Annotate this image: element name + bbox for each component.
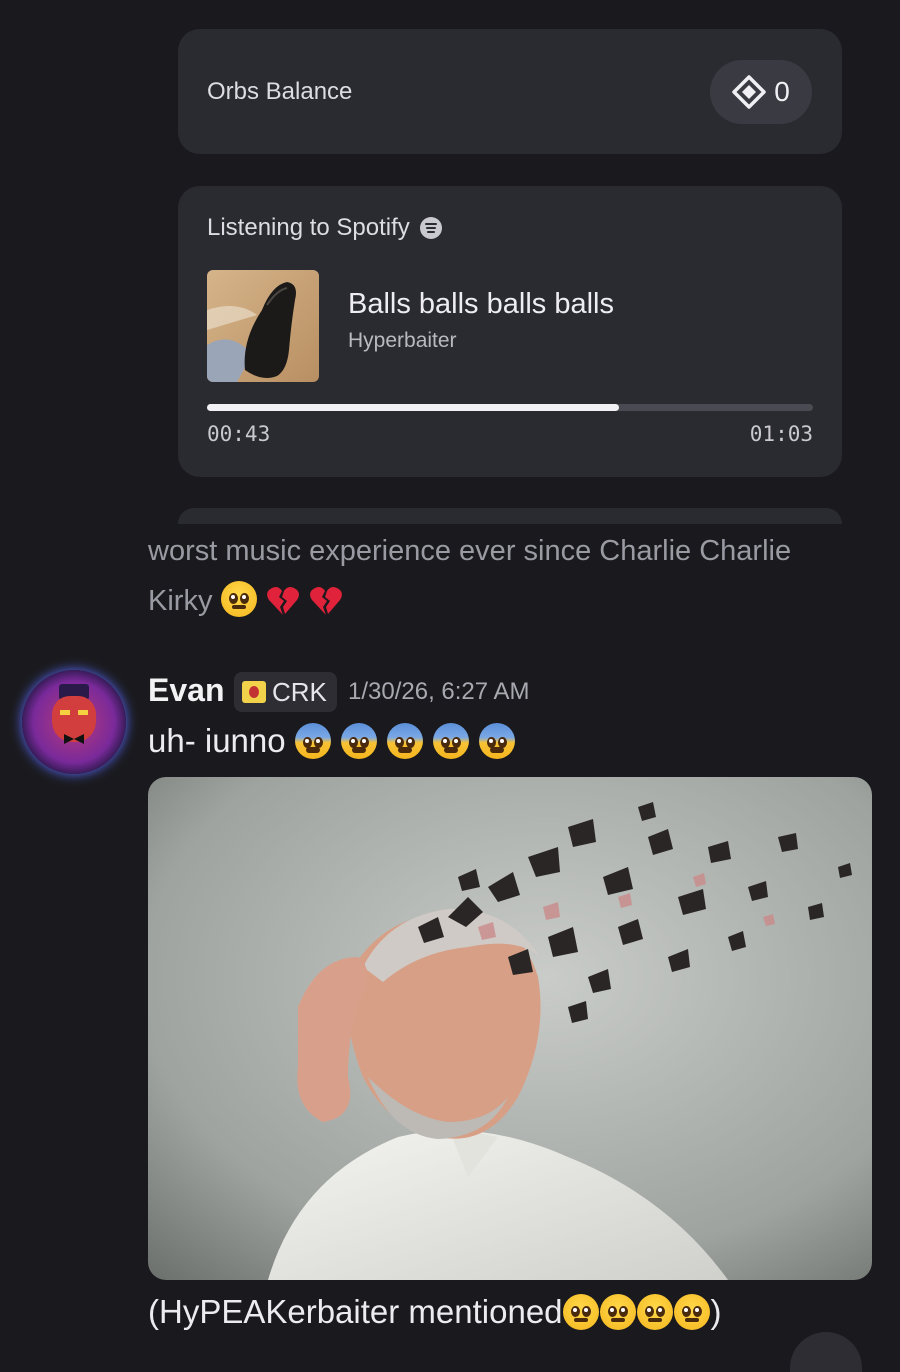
- next-activity-card: [178, 508, 842, 524]
- spotify-heading-label: Listening to Spotify: [207, 214, 410, 241]
- spotify-icon: [419, 217, 442, 239]
- user-avatar[interactable]: [22, 670, 126, 774]
- pleading-face-emoji: [220, 581, 257, 617]
- orbs-balance-pill[interactable]: 0: [710, 60, 812, 124]
- track-artist[interactable]: Hyperbaiter: [348, 329, 457, 353]
- server-tag[interactable]: CRK: [234, 672, 337, 712]
- spotify-activity-card[interactable]: Listening to Spotify Balls balls balls b…: [178, 186, 842, 477]
- fearful-face-emoji: [387, 723, 424, 759]
- pleading-face-emoji: [562, 1294, 599, 1330]
- message-text: uh- iunno: [148, 722, 286, 759]
- orbs-balance-label: Orbs Balance: [207, 77, 353, 105]
- message-body: uh- iunno: [148, 716, 516, 766]
- track-duration: 01:03: [749, 422, 813, 446]
- jump-to-present-button[interactable]: [790, 1332, 862, 1372]
- username[interactable]: Evan: [148, 672, 224, 709]
- orbs-balance-value: 0: [774, 76, 790, 107]
- broken-heart-emoji: [309, 587, 342, 615]
- server-tag-label: CRK: [272, 676, 327, 707]
- elapsed-time: 00:43: [207, 422, 271, 446]
- track-progress-bar: [207, 404, 813, 411]
- caption-text: (HyPEAKerbaiter mentioned: [148, 1293, 563, 1330]
- fearful-face-emoji: [479, 723, 516, 759]
- orbs-balance-card[interactable]: Orbs Balance 0: [178, 29, 842, 154]
- pleading-face-emoji: [636, 1294, 673, 1330]
- track-title[interactable]: Balls balls balls balls: [348, 288, 614, 321]
- album-art[interactable]: [207, 270, 319, 382]
- message-timestamp: 1/30/26, 6:27 AM: [348, 678, 530, 705]
- pleading-face-emoji: [599, 1294, 636, 1330]
- fearful-face-emoji: [433, 723, 470, 759]
- attached-image[interactable]: [148, 777, 872, 1280]
- previous-message: worst music experience ever since Charli…: [148, 526, 848, 626]
- caption-end: ): [710, 1293, 722, 1330]
- image-caption: (HyPEAKerbaiter mentioned): [148, 1287, 722, 1337]
- fearful-face-emoji: [340, 723, 377, 759]
- fearful-face-emoji: [294, 723, 331, 759]
- track-progress-fill: [207, 404, 620, 411]
- pleading-face-emoji: [673, 1294, 710, 1330]
- broken-heart-emoji: [266, 587, 299, 615]
- spotify-heading: Listening to Spotify: [207, 214, 442, 242]
- orb-icon: [732, 75, 766, 109]
- guild-badge-icon: [242, 681, 266, 703]
